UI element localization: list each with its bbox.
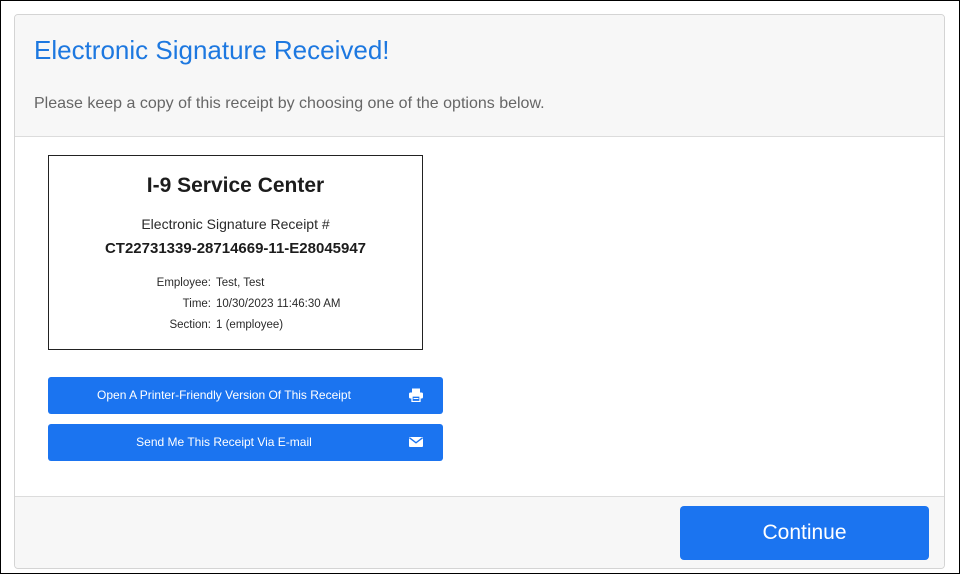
email-receipt-button[interactable]: Send Me This Receipt Via E-mail bbox=[48, 424, 443, 461]
dialog-header: Electronic Signature Received! Please ke… bbox=[15, 15, 944, 137]
dialog-footer: Continue bbox=[15, 496, 944, 568]
envelope-icon bbox=[409, 437, 423, 447]
receipt-detail-section: Section: 1 (employee) bbox=[49, 319, 422, 337]
receipt-number-label: Electronic Signature Receipt # bbox=[141, 216, 330, 232]
print-receipt-label: Open A Printer-Friendly Version Of This … bbox=[97, 388, 351, 402]
receipt-title: I-9 Service Center bbox=[146, 174, 325, 197]
detail-key: Employee: bbox=[156, 277, 211, 289]
dialog-body: I-9 Service Center Electronic Signature … bbox=[15, 137, 944, 496]
detail-value: 10/30/2023 11:46:30 AM bbox=[216, 298, 341, 310]
signature-receipt-card: I-9 Service Center Electronic Signature … bbox=[48, 155, 423, 350]
continue-button[interactable]: Continue bbox=[680, 506, 929, 560]
receipt-detail-employee: Employee: Test, Test bbox=[49, 277, 422, 295]
dialog-title: Electronic Signature Received! bbox=[34, 35, 390, 65]
email-receipt-label: Send Me This Receipt Via E-mail bbox=[136, 435, 312, 449]
detail-key: Section: bbox=[169, 319, 211, 331]
detail-value: Test, Test bbox=[216, 277, 265, 289]
dialog-subtitle: Please keep a copy of this receipt by ch… bbox=[34, 95, 545, 112]
detail-key: Time: bbox=[182, 298, 211, 310]
signature-receipt-dialog: Electronic Signature Received! Please ke… bbox=[14, 14, 945, 569]
detail-value: 1 (employee) bbox=[216, 319, 284, 331]
printer-icon bbox=[409, 388, 423, 402]
receipt-detail-time: Time: 10/30/2023 11:46:30 AM bbox=[49, 298, 422, 316]
print-receipt-button[interactable]: Open A Printer-Friendly Version Of This … bbox=[48, 377, 443, 414]
receipt-number: CT22731339-28714669-11-E28045947 bbox=[104, 240, 367, 257]
